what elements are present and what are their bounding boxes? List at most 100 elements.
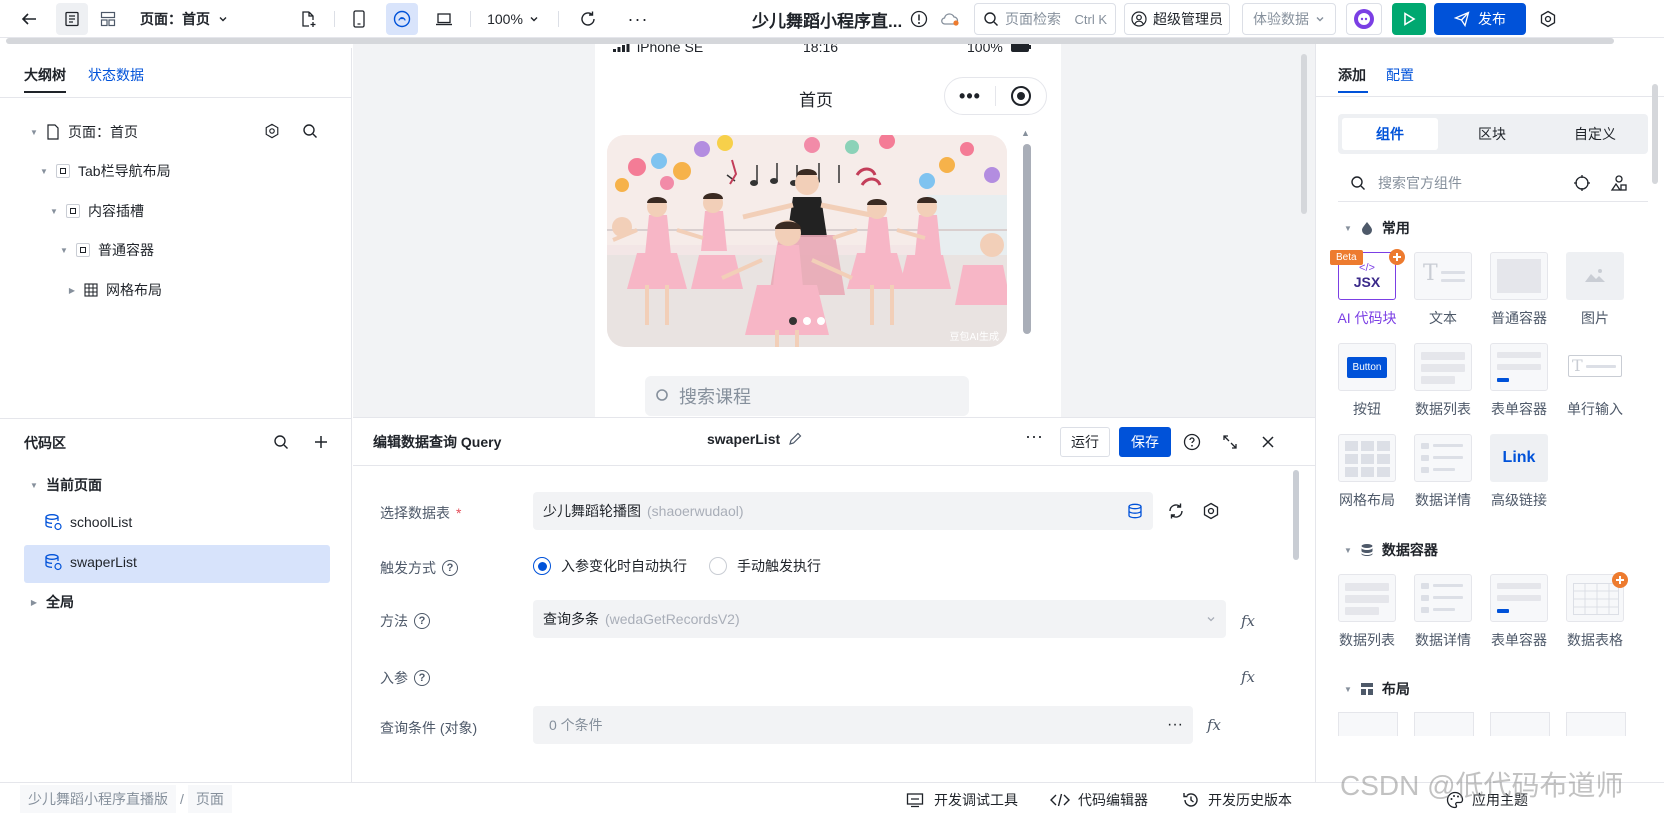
run-button[interactable]: 运行 (1060, 427, 1110, 457)
group-current-page[interactable]: ▼ 当前页面 (30, 475, 102, 495)
section-common[interactable]: ▼ 常用 (1344, 218, 1410, 238)
locate-icon[interactable] (1571, 172, 1593, 194)
help-icon[interactable]: ? (442, 560, 458, 576)
component-form-container[interactable]: 表单容器 (1488, 343, 1550, 419)
segment-components[interactable]: 组件 (1342, 118, 1438, 150)
cloud-sync-icon[interactable] (936, 3, 964, 35)
caret-down-icon[interactable]: ▼ (50, 207, 58, 216)
radio-checked-icon[interactable] (533, 557, 551, 575)
component-layout-thumb[interactable] (1414, 712, 1474, 736)
component-layout-thumb[interactable] (1566, 712, 1626, 736)
help-icon[interactable]: ? (414, 613, 430, 629)
component-form-container[interactable]: 表单容器 (1488, 574, 1550, 650)
page-search-input[interactable]: 页面检索 Ctrl K (974, 3, 1116, 35)
scroll-up-icon[interactable]: ▲ (1021, 128, 1031, 138)
page-view-icon[interactable] (56, 3, 88, 35)
formula-fx-icon[interactable]: fx (1241, 668, 1255, 686)
component-image[interactable]: 图片 (1564, 252, 1626, 328)
more-icon[interactable]: ··· (622, 3, 654, 35)
more-icon[interactable]: ··· (1167, 716, 1183, 734)
breadcrumb-page[interactable]: 页面 (187, 785, 232, 813)
component-button[interactable]: Button 按钮 (1336, 343, 1398, 419)
trigger-auto-radio[interactable]: 入参变化时自动执行 (533, 556, 687, 576)
user-role-button[interactable]: 超级管理员 (1124, 3, 1230, 35)
desktop-view-icon[interactable] (428, 3, 460, 35)
component-single-input[interactable]: T 单行输入 (1564, 343, 1626, 419)
miniprogram-capsule[interactable]: ••• (944, 77, 1047, 115)
segment-custom[interactable]: 自定义 (1546, 118, 1644, 150)
trigger-manual-radio[interactable]: 手动触发执行 (709, 556, 821, 576)
query-name[interactable]: swaperList (707, 431, 802, 447)
publish-button[interactable]: 发布 (1434, 3, 1526, 35)
tab-add[interactable]: 添加 (1338, 65, 1366, 85)
history-button[interactable]: 开发历史版本 (1182, 790, 1292, 810)
capsule-close-icon[interactable] (996, 85, 1046, 107)
settings-icon[interactable] (1532, 3, 1564, 35)
mobile-view-icon[interactable] (344, 3, 374, 35)
help-icon[interactable]: ? (414, 670, 430, 686)
devtools-button[interactable]: 开发调试工具 (906, 790, 1018, 810)
page-settings-icon[interactable] (262, 121, 282, 141)
section-layout[interactable]: ▼ 布局 (1344, 679, 1410, 699)
component-text[interactable]: T 文本 (1412, 252, 1474, 328)
add-icon[interactable] (310, 431, 332, 453)
component-data-detail[interactable]: 数据详情 (1412, 574, 1474, 650)
tree-node-container[interactable]: ▼ 普通容器 (60, 240, 154, 260)
shapes-icon[interactable] (1608, 172, 1630, 194)
caret-down-icon[interactable]: ▼ (30, 128, 38, 137)
search-icon[interactable] (270, 431, 292, 453)
formula-fx-icon[interactable]: fx (1207, 716, 1221, 734)
canvas-scrollbar[interactable] (1301, 54, 1307, 214)
caret-right-icon[interactable]: ▶ (30, 598, 38, 607)
component-data-detail[interactable]: 数据详情 (1412, 434, 1474, 510)
editor-scrollbar[interactable] (1293, 470, 1299, 560)
back-arrow-icon[interactable] (14, 3, 44, 35)
component-data-table[interactable]: 数据表格 (1564, 572, 1628, 650)
query-condition-field[interactable]: 0 个条件 ··· (533, 706, 1193, 744)
method-select[interactable]: 查询多条 (wedaGetRecordsV2) (533, 600, 1226, 638)
section-data-containers[interactable]: ▼ 数据容器 (1344, 540, 1438, 560)
capsule-more-icon[interactable]: ••• (945, 86, 995, 107)
tab-state-data[interactable]: 状态数据 (88, 65, 144, 85)
component-layout-thumb[interactable] (1490, 712, 1550, 736)
tab-config[interactable]: 配置 (1386, 65, 1414, 85)
save-button[interactable]: 保存 (1119, 427, 1171, 457)
ai-assistant-icon[interactable] (1346, 3, 1382, 35)
code-editor-button[interactable]: 代码编辑器 (1050, 790, 1148, 810)
group-global[interactable]: ▶ 全局 (30, 592, 74, 612)
tree-node-page[interactable]: ▼ 页面：首页 (30, 122, 138, 142)
formula-fx-icon[interactable]: fx (1241, 612, 1255, 630)
caret-right-icon[interactable]: ▶ (68, 286, 76, 295)
run-preview-button[interactable] (1392, 3, 1426, 35)
tree-node-tabbar[interactable]: ▼ Tab栏导航布局 (40, 161, 171, 181)
segment-blocks[interactable]: 区块 (1444, 118, 1540, 150)
phone-scrollbar[interactable] (1023, 144, 1031, 334)
component-container[interactable]: 普通容器 (1488, 252, 1550, 328)
breadcrumb-app[interactable]: 少儿舞蹈小程序直播版 (20, 785, 176, 813)
query-item-swaperlist[interactable]: swaperList (44, 553, 137, 571)
refresh-icon[interactable] (572, 3, 604, 35)
caret-down-icon[interactable]: ▼ (40, 167, 48, 176)
query-item-schoollist[interactable]: schoolList (44, 513, 132, 531)
search-icon[interactable] (300, 121, 320, 141)
component-data-list[interactable]: 数据列表 (1336, 574, 1398, 650)
tab-outline[interactable]: 大纲树 (24, 65, 66, 85)
tree-node-slot[interactable]: ▼ 内容插槽 (50, 201, 144, 221)
database-icon[interactable] (1127, 503, 1143, 519)
help-icon[interactable] (1181, 431, 1203, 453)
edit-pencil-icon[interactable] (788, 432, 802, 446)
component-advanced-link[interactable]: Link 高级链接 (1488, 434, 1550, 510)
component-layout-thumb[interactable] (1338, 712, 1398, 736)
add-page-icon[interactable] (292, 3, 324, 35)
caret-down-icon[interactable]: ▼ (60, 246, 68, 255)
refresh-icon[interactable] (1165, 500, 1187, 522)
component-search-input[interactable]: 搜索官方组件 (1338, 164, 1648, 202)
layout-icon[interactable] (92, 3, 124, 35)
component-data-list[interactable]: 数据列表 (1412, 343, 1474, 419)
panel-scrollbar[interactable] (1652, 84, 1658, 184)
caret-down-icon[interactable]: ▼ (30, 481, 38, 490)
data-env-select[interactable]: 体验数据 (1242, 3, 1336, 35)
page-selector[interactable]: 页面：首页 (140, 3, 244, 35)
carousel-banner-image[interactable]: 豆包AI生成 (607, 135, 1007, 347)
tree-node-grid[interactable]: ▶ 网格布局 (68, 280, 162, 300)
